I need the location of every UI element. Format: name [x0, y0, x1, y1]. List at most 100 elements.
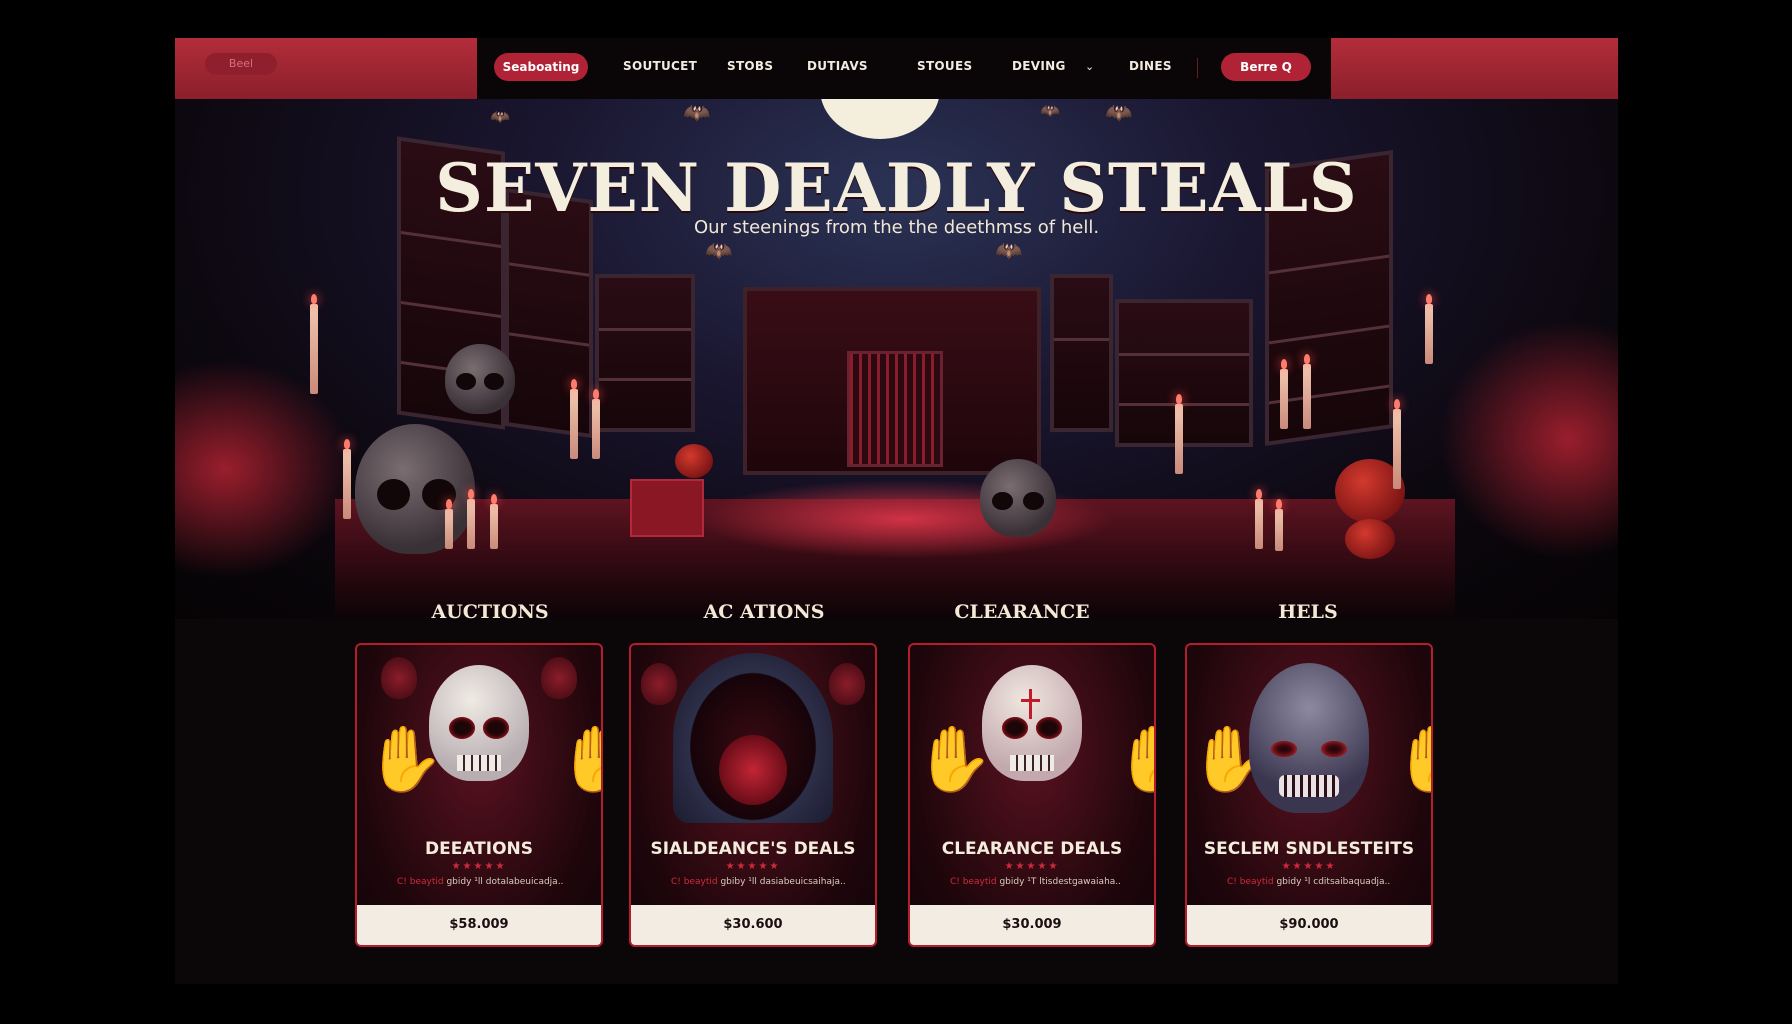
cabinet-gate: [847, 351, 943, 467]
hero-banner: 🦇 🦇 🦇 🦇 🦇 🦇 SEVEN DEADLY STEALS Our stee…: [175, 99, 1618, 619]
card-tag: C! beaytid: [397, 877, 444, 887]
claw-hand-icon: ✋: [557, 715, 601, 805]
demon-mask-icon: [829, 663, 865, 705]
card-description: C! beaytid gbidy ¹l cditsaibaquadja..: [1227, 877, 1407, 887]
nav-link-4[interactable]: STOUES: [917, 59, 972, 73]
card-art: ✋ ✋: [357, 645, 601, 835]
category-title-4[interactable]: HELS: [1183, 601, 1433, 623]
candle: [1303, 354, 1311, 429]
shelf-right-2: [1115, 299, 1253, 447]
gift-box: [630, 479, 704, 537]
claw-hand-icon: ✋: [1114, 715, 1154, 805]
card-art: ✋ ✋: [1187, 645, 1431, 835]
card-title: SECLEM SNDLESTEITS: [1203, 839, 1415, 859]
nav-link-2[interactable]: STOBS: [727, 59, 773, 73]
nav-link-1[interactable]: SOUTUCET: [623, 59, 697, 73]
card-description: C! beaytid gbidy ¹T ltisdestgawaiaha..: [950, 877, 1130, 887]
skull-decoration-shelf: [445, 344, 515, 414]
candle: [570, 379, 578, 459]
card-tag: C! beaytid: [950, 877, 997, 887]
nav-divider: [1197, 58, 1198, 78]
demon-mask-icon: [381, 657, 417, 699]
skull-decoration-left: [355, 424, 475, 554]
card-price[interactable]: $30.600: [631, 905, 875, 945]
product-card-2[interactable]: SIALDEANCE'S DEALS ★★★★★ C! beaytid gbib…: [629, 643, 877, 947]
hero-title: SEVEN DEADLY STEALS: [435, 149, 1358, 227]
moon: [820, 99, 940, 139]
red-skull-icon: [719, 735, 787, 805]
nav-link-5[interactable]: DEVING: [1012, 59, 1066, 73]
top-nav: Beel Seaboating SOUTUCET STOBS DUTIAVS S…: [175, 38, 1618, 99]
candle: [1425, 294, 1433, 364]
candle: [467, 489, 475, 549]
rating-stars: ★★★★★: [1281, 861, 1337, 872]
candle: [1275, 499, 1283, 551]
bat-icon: 🦇: [705, 239, 733, 264]
candle: [343, 439, 351, 519]
product-card-4[interactable]: ✋ ✋ SECLEM SNDLESTEITS ★★★★★ C! beaytid …: [1185, 643, 1433, 947]
nav-active-pill[interactable]: Seaboating: [494, 53, 588, 81]
candle: [1393, 399, 1401, 489]
card-art: [631, 645, 875, 835]
candle: [592, 389, 600, 459]
candle: [1280, 359, 1288, 429]
pumpkin-2: [1345, 519, 1395, 559]
category-title-2[interactable]: AC ATIONS: [639, 601, 889, 623]
bat-icon: 🦇: [995, 239, 1023, 264]
card-tag: C! beaytid: [1227, 877, 1274, 887]
nav-left-panel: Beel: [175, 38, 477, 99]
card-desc-text: gbidy ¹ll dotalabeuicadja..: [446, 877, 564, 887]
claw-hand-icon: ✋: [1189, 723, 1269, 797]
demon-mask-icon: [541, 657, 577, 699]
product-card-1[interactable]: ✋ ✋ DEEATIONS ★★★★★ C! beaytid gbidy ¹ll…: [355, 643, 603, 947]
page-frame: Beel Seaboating SOUTUCET STOBS DUTIAVS S…: [175, 38, 1618, 984]
nav-link-6[interactable]: DINES: [1129, 59, 1172, 73]
bat-icon: 🦇: [683, 101, 711, 126]
bat-icon: 🦇: [490, 107, 510, 126]
claw-hand-icon: ✋: [914, 723, 994, 797]
card-title: SIALDEANCE'S DEALS: [650, 839, 856, 859]
nav-link-3[interactable]: DUTIAVS: [807, 59, 868, 73]
center-cabinet: [743, 287, 1041, 475]
card-price[interactable]: $30.009: [910, 905, 1154, 945]
card-desc-text: gbiby ¹ll dasiabeuicsaihaja..: [720, 877, 846, 887]
nav-cta-button[interactable]: Berre Q: [1221, 53, 1311, 81]
demon-mask-icon: [641, 663, 677, 705]
nav-right-panel: [1331, 38, 1618, 99]
claw-hand-icon: ✋: [1393, 715, 1431, 805]
card-description: C! beaytid gbiby ¹ll dasiabeuicsaihaja..: [671, 877, 851, 887]
candle: [310, 294, 318, 394]
logo-pill[interactable]: Beel: [205, 53, 277, 75]
card-price[interactable]: $90.000: [1187, 905, 1431, 945]
bat-icon: 🦇: [1040, 101, 1060, 120]
glow-left: [175, 359, 355, 579]
category-title-clearance[interactable]: CLEARANCE: [897, 601, 1147, 623]
category-title-auctions[interactable]: AUCTIONS: [365, 601, 615, 623]
candle: [445, 499, 453, 549]
inverted-cross-icon: [1029, 689, 1032, 719]
card-title: DEEATIONS: [424, 839, 534, 859]
chevron-down-icon[interactable]: ⌄: [1085, 60, 1094, 73]
pumpkin-3: [675, 444, 713, 478]
card-desc-text: gbidy ¹T ltisdestgawaiaha..: [999, 877, 1122, 887]
card-art: ✋ ✋: [910, 645, 1154, 835]
candle: [490, 494, 498, 549]
skull-icon: [982, 665, 1082, 781]
rating-stars: ★★★★★: [1004, 861, 1060, 872]
demon-face-icon: [1249, 663, 1369, 813]
hero-subtitle: Our steenings from the the deethmss of h…: [693, 217, 1100, 238]
candle: [1175, 394, 1183, 474]
claw-hand-icon: ✋: [365, 723, 445, 797]
rating-stars: ★★★★★: [451, 861, 507, 872]
skull-icon: [429, 665, 529, 781]
card-tag: C! beaytid: [671, 877, 718, 887]
product-card-3[interactable]: ✋ ✋ CLEARANCE DEALS ★★★★★ C! beaytid gbi…: [908, 643, 1156, 947]
rating-stars: ★★★★★: [725, 861, 781, 872]
bat-icon: 🦇: [1105, 101, 1133, 126]
inverted-cross-bar: [1021, 699, 1040, 702]
card-price[interactable]: $58.009: [357, 905, 601, 945]
candle: [1255, 489, 1263, 549]
card-desc-text: gbidy ¹l cditsaibaquadja..: [1276, 877, 1391, 887]
card-description: C! beaytid gbidy ¹ll dotalabeuicadja..: [397, 877, 577, 887]
glow-right: [1438, 319, 1618, 559]
